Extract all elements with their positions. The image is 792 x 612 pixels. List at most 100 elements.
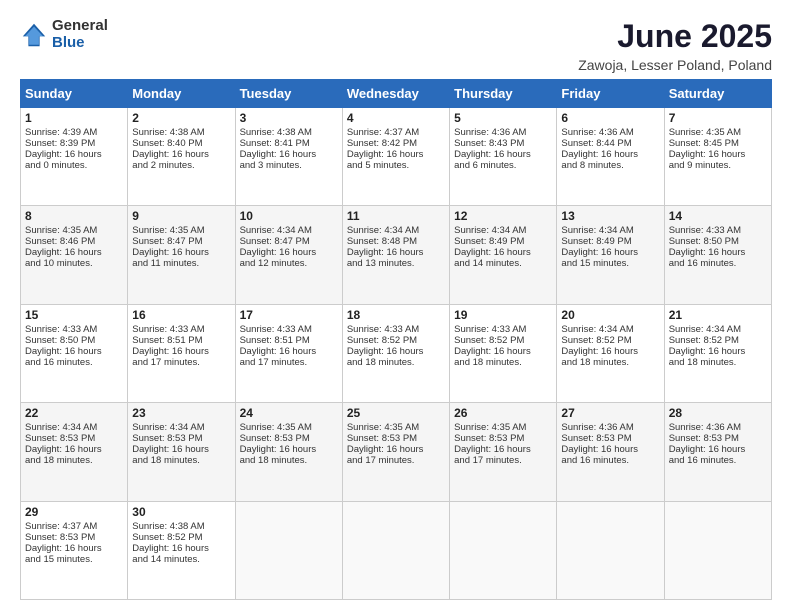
day-info-line: Sunset: 8:44 PM — [561, 138, 659, 149]
day-number: 13 — [561, 209, 659, 223]
day-info-line: and 15 minutes. — [25, 554, 123, 565]
day-info-line: Sunset: 8:48 PM — [347, 236, 445, 247]
calendar-week-row: 29 Sunrise: 4:37 AMSunset: 8:53 PM Dayligh… — [21, 501, 772, 599]
day-info-line: Sunset: 8:40 PM — [132, 138, 230, 149]
day-info-line: and 18 minutes. — [561, 357, 659, 368]
day-info-line: Daylight: 16 hours — [240, 149, 338, 160]
day-info-line: and 6 minutes. — [454, 160, 552, 171]
day-number: 3 — [240, 111, 338, 125]
day-info-line: and 14 minutes. — [454, 258, 552, 269]
day-number: 27 — [561, 406, 659, 420]
calendar-cell: 22Sunrise: 4:34 AMSunset: 8:53 PMDayligh… — [21, 403, 128, 501]
day-number: 26 — [454, 406, 552, 420]
day-info-line: Daylight: 16 hours — [669, 247, 767, 258]
day-info-line: Sunset: 8:50 PM — [669, 236, 767, 247]
calendar-cell: 12Sunrise: 4:34 AMSunset: 8:49 PMDayligh… — [450, 206, 557, 304]
calendar-day-header: Sunday — [21, 80, 128, 108]
day-number: 5 — [454, 111, 552, 125]
calendar-cell: 10Sunrise: 4:34 AMSunset: 8:47 PMDayligh… — [235, 206, 342, 304]
day-number: 22 — [25, 406, 123, 420]
day-info-line: Sunset: 8:53 PM — [25, 532, 123, 543]
calendar-cell: 3Sunrise: 4:38 AMSunset: 8:41 PMDaylight… — [235, 108, 342, 206]
day-info-line: Daylight: 16 hours — [132, 543, 230, 554]
calendar-cell: 15Sunrise: 4:33 AMSunset: 8:50 PMDayligh… — [21, 304, 128, 402]
day-info-line: Sunset: 8:45 PM — [669, 138, 767, 149]
day-info-line: Sunset: 8:53 PM — [561, 433, 659, 444]
day-number: 29 — [25, 505, 123, 519]
logo-text: General Blue — [52, 18, 108, 51]
day-number: 14 — [669, 209, 767, 223]
day-info-line: Sunset: 8:53 PM — [132, 433, 230, 444]
day-info-line: and 11 minutes. — [132, 258, 230, 269]
day-info-line: Sunrise: 4:35 AM — [132, 225, 230, 236]
day-info-line: and 18 minutes. — [240, 455, 338, 466]
calendar-cell: 24Sunrise: 4:35 AMSunset: 8:53 PMDayligh… — [235, 403, 342, 501]
day-number: 23 — [132, 406, 230, 420]
page: General Blue June 2025 Zawoja, Lesser Po… — [0, 0, 792, 612]
day-info-line: Sunrise: 4:36 AM — [454, 127, 552, 138]
calendar-cell: 17Sunrise: 4:33 AMSunset: 8:51 PMDayligh… — [235, 304, 342, 402]
logo: General Blue — [20, 18, 108, 51]
day-info-line: Daylight: 16 hours — [347, 149, 445, 160]
day-info-line: Sunset: 8:53 PM — [669, 433, 767, 444]
calendar-table: SundayMondayTuesdayWednesdayThursdayFrid… — [20, 79, 772, 600]
calendar-cell: 28Sunrise: 4:36 AMSunset: 8:53 PMDayligh… — [664, 403, 771, 501]
day-info-line: Sunrise: 4:33 AM — [669, 225, 767, 236]
day-number: 18 — [347, 308, 445, 322]
day-info-line: Daylight: 16 hours — [561, 346, 659, 357]
calendar-cell: 5Sunrise: 4:36 AMSunset: 8:43 PMDaylight… — [450, 108, 557, 206]
day-info-line: Daylight: 16 hours — [669, 444, 767, 455]
calendar-cell — [342, 501, 449, 599]
day-info-line: and 18 minutes. — [454, 357, 552, 368]
day-info-line: Sunset: 8:52 PM — [454, 335, 552, 346]
calendar-day-header: Tuesday — [235, 80, 342, 108]
day-info-line: Sunrise: 4:33 AM — [240, 324, 338, 335]
day-info-line: and 0 minutes. — [25, 160, 123, 171]
logo-general: General — [52, 18, 108, 35]
day-number: 6 — [561, 111, 659, 125]
day-number: 7 — [669, 111, 767, 125]
calendar-cell: 18Sunrise: 4:33 AMSunset: 8:52 PMDayligh… — [342, 304, 449, 402]
day-info-line: Daylight: 16 hours — [669, 149, 767, 160]
day-info-line: Sunrise: 4:33 AM — [132, 324, 230, 335]
day-info-line: Sunset: 8:51 PM — [240, 335, 338, 346]
day-info-line: Sunset: 8:39 PM — [25, 138, 123, 149]
calendar-day-header: Saturday — [664, 80, 771, 108]
day-number: 15 — [25, 308, 123, 322]
day-info-line: Sunrise: 4:34 AM — [347, 225, 445, 236]
day-info-line: Sunset: 8:49 PM — [561, 236, 659, 247]
day-info-line: Sunrise: 4:35 AM — [347, 422, 445, 433]
day-info-line: Sunrise: 4:34 AM — [561, 324, 659, 335]
day-info-line: Daylight: 16 hours — [454, 149, 552, 160]
day-info-line: Sunrise: 4:33 AM — [25, 324, 123, 335]
day-info-line: Sunrise: 4:34 AM — [240, 225, 338, 236]
day-info-line: Sunrise: 4:39 AM — [25, 127, 123, 138]
day-info-line: Daylight: 16 hours — [561, 149, 659, 160]
day-number: 20 — [561, 308, 659, 322]
day-info-line: and 16 minutes. — [669, 455, 767, 466]
day-info-line: Sunrise: 4:33 AM — [454, 324, 552, 335]
day-info-line: Daylight: 16 hours — [561, 444, 659, 455]
day-number: 30 — [132, 505, 230, 519]
calendar-cell: 14 Sunrise: 4:33 AMSunset: 8:50 PMDayligh… — [664, 206, 771, 304]
day-info-line: Sunrise: 4:37 AM — [25, 521, 123, 532]
day-number: 2 — [132, 111, 230, 125]
calendar-cell: 1Sunrise: 4:39 AMSunset: 8:39 PMDaylight… — [21, 108, 128, 206]
day-info-line: and 12 minutes. — [240, 258, 338, 269]
calendar-cell: 4Sunrise: 4:37 AMSunset: 8:42 PMDaylight… — [342, 108, 449, 206]
calendar-cell: 27Sunrise: 4:36 AMSunset: 8:53 PMDayligh… — [557, 403, 664, 501]
day-info-line: Sunrise: 4:38 AM — [240, 127, 338, 138]
title-block: June 2025 Zawoja, Lesser Poland, Poland — [578, 18, 772, 73]
day-info-line: Sunset: 8:53 PM — [454, 433, 552, 444]
calendar-cell: 30Sunrise: 4:38 AMSunset: 8:52 PMDayligh… — [128, 501, 235, 599]
day-info-line: Sunset: 8:42 PM — [347, 138, 445, 149]
day-info-line: and 14 minutes. — [132, 554, 230, 565]
header: General Blue June 2025 Zawoja, Lesser Po… — [20, 18, 772, 73]
day-info-line: Daylight: 16 hours — [240, 346, 338, 357]
day-number: 16 — [132, 308, 230, 322]
calendar-day-header: Thursday — [450, 80, 557, 108]
day-info-line: Sunset: 8:47 PM — [240, 236, 338, 247]
calendar-cell: 2Sunrise: 4:38 AMSunset: 8:40 PMDaylight… — [128, 108, 235, 206]
day-number: 24 — [240, 406, 338, 420]
day-info-line: Daylight: 16 hours — [454, 247, 552, 258]
